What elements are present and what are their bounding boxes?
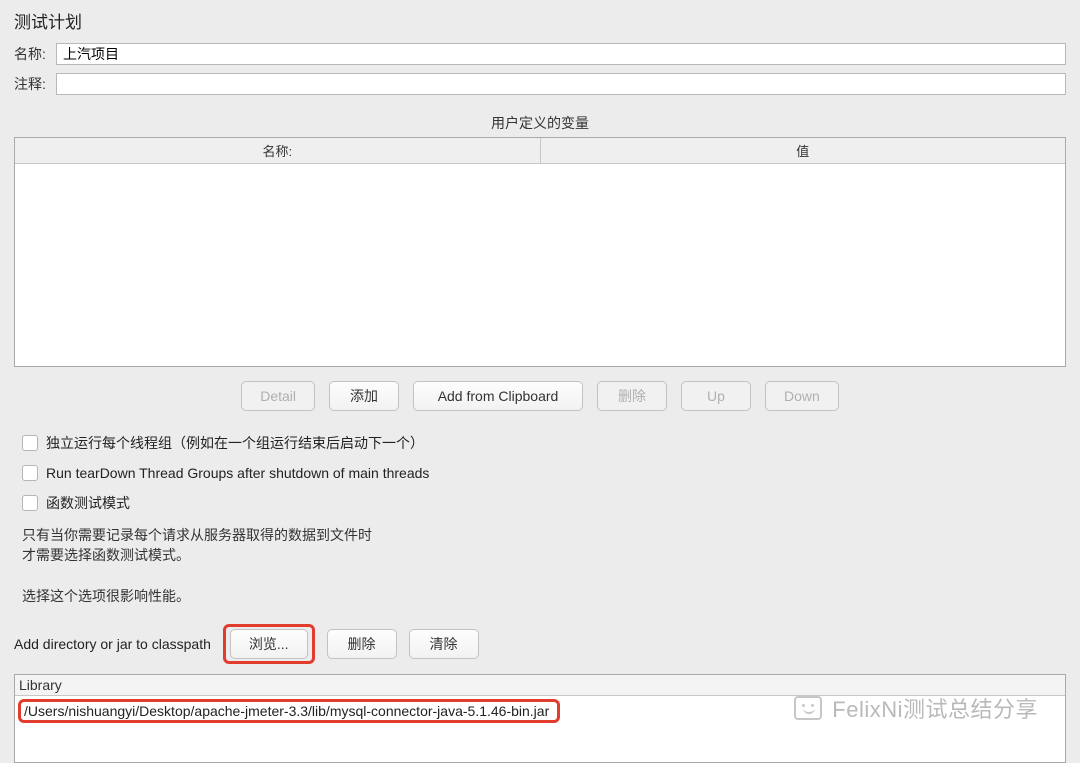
classpath-clear-button[interactable]: 清除 xyxy=(409,629,479,659)
functional-mode-row[interactable]: 函数测试模式 xyxy=(22,493,1058,513)
detail-button[interactable]: Detail xyxy=(241,381,315,411)
classpath-delete-button[interactable]: 删除 xyxy=(327,629,397,659)
comment-row: 注释: xyxy=(14,73,1066,95)
col-name-header[interactable]: 名称: xyxy=(15,138,541,163)
vars-table[interactable]: 名称: 值 xyxy=(14,137,1066,367)
library-header: Library xyxy=(15,675,1065,696)
vars-section-title: 用户定义的变量 xyxy=(0,111,1080,137)
name-input[interactable] xyxy=(56,43,1066,65)
classpath-label: Add directory or jar to classpath xyxy=(14,636,211,652)
classpath-area: Add directory or jar to classpath 浏览... … xyxy=(0,624,1080,763)
library-list[interactable]: Library /Users/nishuangyi/Desktop/apache… xyxy=(14,674,1066,763)
vars-button-row: Detail 添加 Add from Clipboard 删除 Up Down xyxy=(0,367,1080,429)
name-row: 名称: xyxy=(14,43,1066,65)
add-button[interactable]: 添加 xyxy=(329,381,399,411)
library-entry-row[interactable]: /Users/nishuangyi/Desktop/apache-jmeter-… xyxy=(15,696,1065,726)
teardown-label: Run tearDown Thread Groups after shutdow… xyxy=(46,465,429,481)
checkbox-icon[interactable] xyxy=(22,435,38,451)
help-line-2: 才需要选择函数测试模式。 xyxy=(22,545,1058,565)
form-area: 名称: 注释: xyxy=(0,41,1080,111)
options-area: 独立运行每个线程组（例如在一个组运行结束后启动下一个） Run tearDown… xyxy=(0,429,1080,624)
help-line-1: 只有当你需要记录每个请求从服务器取得的数据到文件时 xyxy=(22,525,1058,545)
panel-title: 测试计划 xyxy=(0,0,1080,41)
browse-button[interactable]: 浏览... xyxy=(230,629,308,659)
comment-input[interactable] xyxy=(56,73,1066,95)
serial-threadgroups-label: 独立运行每个线程组（例如在一个组运行结束后启动下一个） xyxy=(46,433,424,453)
name-label: 名称: xyxy=(14,44,56,64)
functional-mode-label: 函数测试模式 xyxy=(46,493,130,513)
highlight-browse: 浏览... xyxy=(223,624,315,664)
help-line-3: 选择这个选项很影响性能。 xyxy=(22,586,1058,606)
comment-label: 注释: xyxy=(14,74,56,94)
classpath-row: Add directory or jar to classpath 浏览... … xyxy=(14,624,1066,664)
help-text: 只有当你需要记录每个请求从服务器取得的数据到文件时 才需要选择函数测试模式。 选… xyxy=(22,525,1058,606)
delete-button[interactable]: 删除 xyxy=(597,381,667,411)
col-value-header[interactable]: 值 xyxy=(541,138,1066,163)
vars-table-body[interactable] xyxy=(15,164,1065,366)
up-button[interactable]: Up xyxy=(681,381,751,411)
down-button[interactable]: Down xyxy=(765,381,839,411)
serial-threadgroups-row[interactable]: 独立运行每个线程组（例如在一个组运行结束后启动下一个） xyxy=(22,433,1058,453)
teardown-row[interactable]: Run tearDown Thread Groups after shutdow… xyxy=(22,465,1058,481)
checkbox-icon[interactable] xyxy=(22,465,38,481)
vars-table-header: 名称: 值 xyxy=(15,138,1065,164)
library-entry-highlight: /Users/nishuangyi/Desktop/apache-jmeter-… xyxy=(18,699,560,723)
checkbox-icon[interactable] xyxy=(22,495,38,511)
add-from-clipboard-button[interactable]: Add from Clipboard xyxy=(413,381,583,411)
